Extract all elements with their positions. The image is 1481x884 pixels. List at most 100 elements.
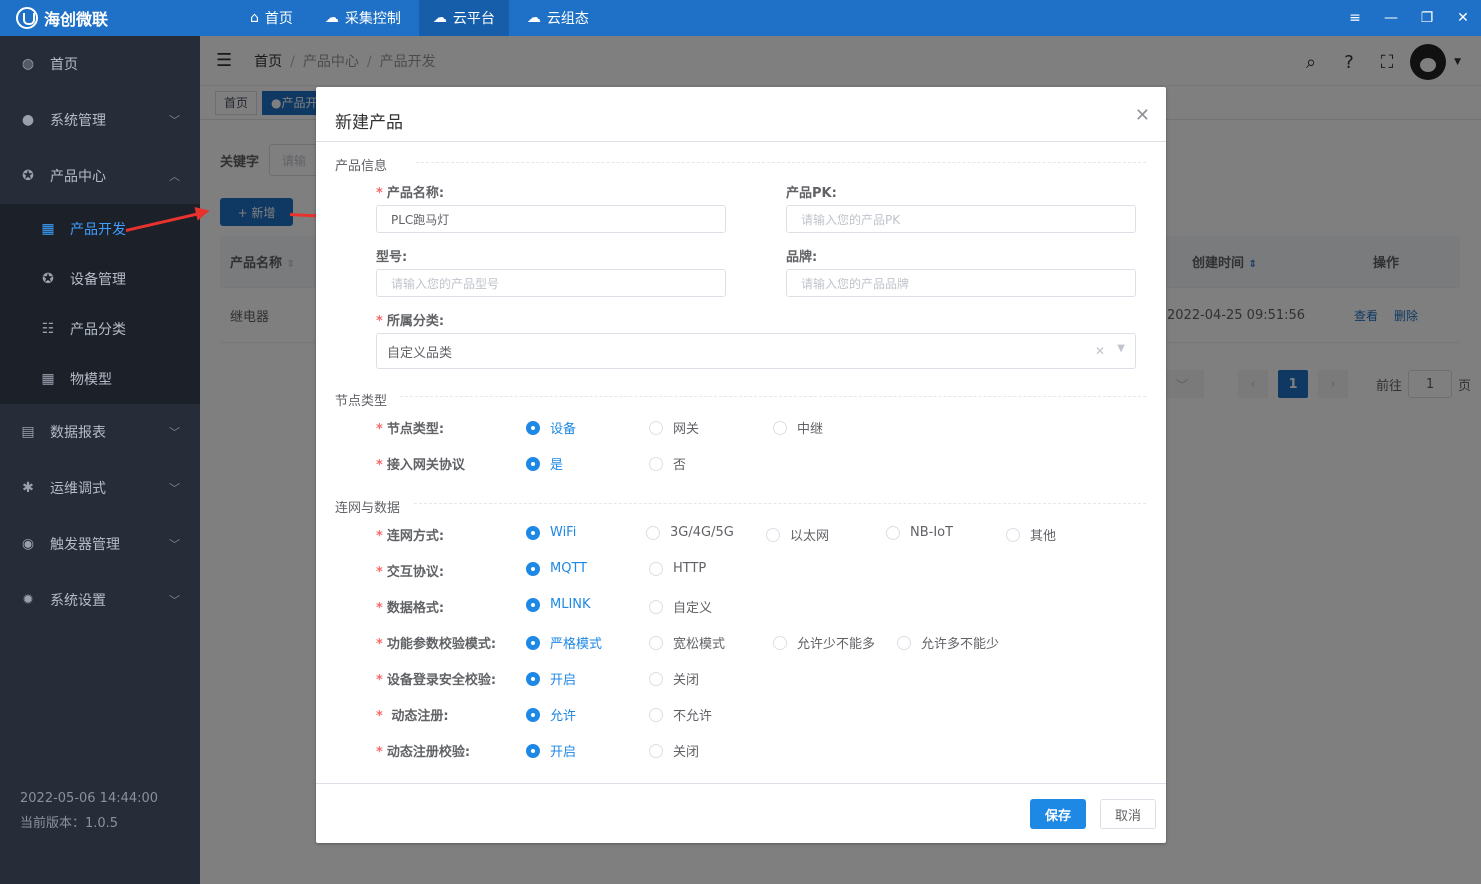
section-product-info: 产品信息 [335,159,388,174]
sidebar-item-thing-model[interactable]: ▦ 物模型 [0,354,200,404]
radio-net-other[interactable]: 其他 [1006,525,1056,544]
radio-net-nbiot[interactable]: NB-IoT [886,525,953,540]
cloud-config-icon: ☁ [526,10,541,26]
radio-gateway-yes[interactable]: 是 [526,454,563,473]
sidebar-footer: 2022-05-06 14:44:00 当前版本：1.0.5 [20,786,158,836]
radio-validation-fewer[interactable]: 允许少不能多 [773,633,875,652]
radio-protocol-mqtt[interactable]: MQTT [526,561,587,576]
radio-protocol-http[interactable]: HTTP [649,561,706,576]
radio-verify-on[interactable]: 开启 [526,741,576,760]
product-submenu: ▦ 产品开发 ✪ 设备管理 ☷ 产品分类 ▦ 物模型 [0,204,200,404]
dialog-body: 产品信息 * 产品名称: PLC跑马灯 产品PK: 请输入您的产品PK 型号: 请… [316,143,1166,783]
brand-input[interactable]: 请输入您的产品品牌 [786,269,1136,297]
radio-net-ethernet[interactable]: 以太网 [766,525,829,544]
logo-icon [16,7,38,29]
sidebar-item-settings[interactable]: ✹ 系统设置 ﹀ [0,572,200,628]
cancel-button[interactable]: 取消 [1100,799,1156,829]
data-format-label: * 数据格式: [376,601,445,616]
grid-icon: ▦ [41,371,55,387]
topnav-collect[interactable]: ☁ 采集控制 [311,0,415,36]
chevron-down-icon[interactable]: ▼ [1117,343,1125,354]
sidebar-item-reports[interactable]: ▤ 数据报表 ﹀ [0,404,200,460]
sidebar-item-product-category[interactable]: ☷ 产品分类 [0,304,200,354]
sidebar-item-product-dev[interactable]: ▦ 产品开发 [0,204,200,254]
chevron-down-icon: ﹀ [169,594,180,607]
bug-icon: ✱ [22,480,34,496]
new-product-dialog: 新建产品 ✕ 产品信息 * 产品名称: PLC跑马灯 产品PK: 请输入您的产品P… [316,87,1166,843]
radio-validation-loose[interactable]: 宽松模式 [649,633,725,652]
close-icon[interactable]: ✕ [1445,0,1481,36]
cloud-gear-icon: ☁ [324,10,339,26]
sidebar-item-product-center[interactable]: ✪ 产品中心 ︿ [0,148,200,204]
sidebar-item-triggers[interactable]: ◉ 触发器管理 ﹀ [0,516,200,572]
category-icon: ☷ [41,321,55,337]
sidebar-item-system[interactable]: ● 系统管理 ﹀ [0,92,200,148]
cloud-platform-icon: ☁ [432,10,447,26]
sidebar-item-debug[interactable]: ✱ 运维调式 ﹀ [0,460,200,516]
top-nav: ⌂ 首页 ☁ 采集控制 ☁ 云平台 ☁ 云组态 [236,0,607,36]
sidebar-item-device-mgmt[interactable]: ✪ 设备管理 [0,254,200,304]
user-icon: ● [21,112,35,128]
dynamic-register-label: * 动态注册: [376,709,449,724]
dialog-footer: 保存 取消 [316,783,1166,843]
radio-node-gateway[interactable]: 网关 [649,418,699,437]
radio-register-allow[interactable]: 允许 [526,705,576,724]
minimize-icon[interactable]: — [1373,0,1409,36]
chevron-down-icon: ﹀ [169,426,180,439]
dialog-title: 新建产品 [335,113,403,133]
chevron-down-icon: ﹀ [169,114,180,127]
product-name-input[interactable]: PLC跑马灯 [376,205,726,233]
window-controls: ≡ — ❐ ✕ [1337,0,1481,36]
app-title: 海创微联 [44,10,109,29]
clear-icon[interactable]: ✕ [1095,344,1105,358]
radio-verify-off[interactable]: 关闭 [649,741,699,760]
divider [400,396,1146,397]
report-icon: ▤ [21,424,35,440]
save-button[interactable]: 保存 [1030,799,1086,829]
radio-gateway-no[interactable]: 否 [649,454,686,473]
topnav-cloud-config[interactable]: ☁ 云组态 [513,0,603,36]
protocol-label: * 交互协议: [376,565,445,580]
radio-node-device[interactable]: 设备 [526,418,576,437]
radio-login-on[interactable]: 开启 [526,669,576,688]
network-mode-label: * 连网方式: [376,529,445,544]
app-version: 当前版本：1.0.5 [20,816,119,831]
product-icon: ✪ [22,168,34,184]
brand-label: 品牌: [786,250,818,265]
topnav-cloud-platform[interactable]: ☁ 云平台 [418,0,509,36]
home-icon: ⌂ [250,10,259,26]
radio-net-wifi[interactable]: WiFi [526,525,576,540]
model-input[interactable]: 请输入您的产品型号 [376,269,726,297]
current-datetime: 2022-05-06 14:44:00 [20,791,159,806]
radio-register-deny[interactable]: 不允许 [649,705,712,724]
radio-validation-more[interactable]: 允许多不能少 [897,633,999,652]
section-node-type: 节点类型 [335,394,388,409]
radio-net-cellular[interactable]: 3G/4G/5G [646,525,734,540]
chevron-up-icon: ︿ [169,170,180,183]
menu-icon[interactable]: ≡ [1337,0,1373,36]
chevron-down-icon: ﹀ [169,482,180,495]
restore-icon[interactable]: ❐ [1409,0,1445,36]
radio-format-custom[interactable]: 自定义 [649,597,712,616]
device-icon: ✪ [42,271,54,287]
app-logo: 海创微联 [16,6,108,30]
product-pk-input[interactable]: 请输入您的产品PK [786,205,1136,233]
sidebar-item-home[interactable]: ◍ 首页 [0,36,200,92]
topnav-home[interactable]: ⌂ 首页 [236,0,307,36]
section-network-data: 连网与数据 [335,501,401,516]
category-label: * 所属分类: [376,314,445,329]
radio-validation-strict[interactable]: 严格模式 [526,633,602,652]
radio-node-relay[interactable]: 中继 [773,418,823,437]
category-select[interactable]: 自定义品类 ✕ ▼ [376,333,1136,369]
product-pk-label: 产品PK: [786,186,837,201]
divider [414,503,1146,504]
dashboard-icon: ◍ [21,56,35,72]
register-verify-label: * 动态注册校验: [376,745,471,760]
sidebar: ◍ 首页 ● 系统管理 ﹀ ✪ 产品中心 ︿ ▦ 产品开发 ✪ 设备管理 ☷ 产… [0,36,200,884]
validation-mode-label: * 功能参数校验模式: [376,637,497,652]
close-icon[interactable]: ✕ [1135,105,1150,126]
radio-format-mlink[interactable]: MLINK [526,597,591,612]
calendar-icon: ▦ [41,221,55,237]
model-label: 型号: [376,250,408,265]
radio-login-off[interactable]: 关闭 [649,669,699,688]
